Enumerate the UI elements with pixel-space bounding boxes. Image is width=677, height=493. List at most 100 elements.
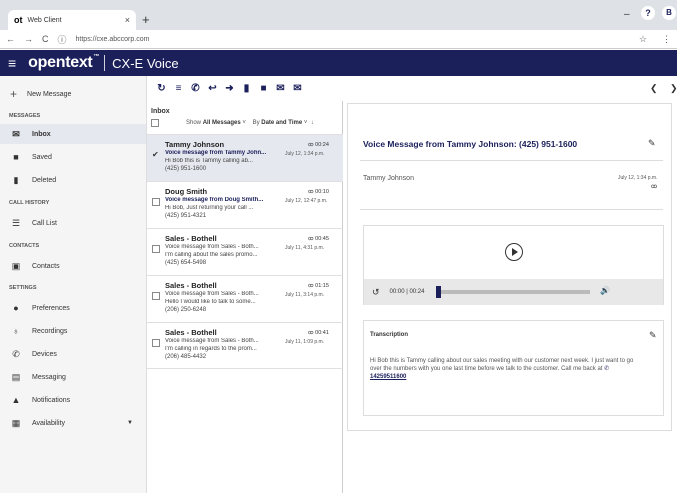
caller-phone: (425) 654-5498 [165, 260, 207, 266]
caller-name: Sales - Bothell [165, 328, 217, 337]
playback-time: 00:00 | 00:24 [389, 289, 425, 295]
reload-icon[interactable]: C [42, 34, 49, 44]
mark-read-icon[interactable]: ≡ [170, 83, 187, 94]
help-icon[interactable]: ? [641, 6, 655, 20]
select-all-checkbox[interactable] [151, 119, 159, 127]
forward-arrow-icon[interactable]: → [24, 34, 33, 44]
save-icon[interactable]: ■ [255, 83, 272, 94]
message-checkbox[interactable] [152, 339, 160, 347]
minimize-icon[interactable]: – [624, 9, 630, 20]
volume-icon[interactable]: 🔊 [600, 286, 610, 295]
plus-icon: + [10, 87, 18, 101]
user-avatar[interactable]: B [662, 6, 676, 20]
message-date: July 12, 1:34 p.m. [285, 151, 325, 157]
edit-pencil-icon[interactable]: ✎ [648, 138, 656, 149]
sidebar-item-label: Preferences [32, 304, 70, 312]
seek-bar[interactable] [436, 286, 590, 298]
list-item[interactable]: Sales - Bothell ꝏ 01:15 Voice message fr… [147, 275, 343, 322]
reply-icon[interactable]: ↩ [204, 83, 221, 94]
message-preview: Hi Bob, Just returning your call ... [165, 205, 254, 211]
message-checkbox[interactable] [152, 292, 160, 300]
sidebar-item-messaging[interactable]: ▤ Messaging [0, 367, 146, 387]
audio-player: ↺ 00:00 | 00:24 🔊 [363, 225, 664, 305]
next-arrow-icon[interactable]: ❯ [670, 83, 677, 94]
list-item[interactable]: Sales - Bothell ꝏ 00:45 Voice message fr… [147, 228, 343, 275]
caller-name: Sales - Bothell [165, 281, 217, 290]
forward-icon[interactable]: ➜ [221, 83, 238, 94]
edit-transcription-icon[interactable]: ✎ [649, 330, 657, 341]
sort-direction-icon[interactable]: ↓ [311, 120, 314, 126]
hamburger-menu-icon[interactable]: ≡ [8, 55, 16, 71]
new-message-button[interactable]: + New Message [10, 87, 71, 101]
bookmark-star-icon[interactable]: ☆ [639, 34, 647, 45]
sidebar-item-devices[interactable]: ✆ Devices [0, 344, 146, 364]
play-button[interactable] [505, 243, 523, 261]
sidebar-item-saved[interactable]: ■ Saved [0, 147, 146, 167]
bell-icon: ▲ [11, 395, 21, 405]
sidebar-item-inbox[interactable]: ✉ Inbox [0, 124, 146, 144]
voicemail-icon: ꝏ [651, 184, 658, 190]
sidebar-item-label: Inbox [32, 130, 51, 138]
seek-handle[interactable] [436, 286, 441, 298]
caller-name: Doug Smith [165, 187, 208, 196]
save-icon: ■ [13, 152, 19, 162]
message-preview: I'm calling in regards to the prom... [165, 346, 257, 352]
info-icon[interactable]: ⓘ [58, 33, 67, 46]
filter-dropdown[interactable]: All Messages [203, 120, 241, 126]
browser-menu-icon[interactable]: ⋮ [662, 34, 671, 45]
call-back-icon[interactable]: ✆ [187, 83, 204, 94]
list-item[interactable]: Sales - Bothell ꝏ 00:41 Voice message fr… [147, 322, 343, 369]
list-icon: ☰ [11, 217, 21, 228]
opentext-logo: opentext™ [28, 54, 100, 71]
checkmark-icon[interactable]: ✔ [152, 150, 159, 159]
message-subject: Voice message from Tammy John... [165, 150, 267, 156]
back-arrow-icon[interactable]: ← [6, 34, 15, 44]
browser-tab[interactable]: ot Web Client × [8, 10, 136, 30]
list-item[interactable]: ✔ Tammy Johnson ꝏ 00:24 Voice message fr… [147, 134, 343, 181]
contacts-icon: ▣ [11, 260, 21, 271]
refresh-icon[interactable]: ↻ [153, 83, 170, 94]
caret-down-icon: ▼ [127, 420, 133, 426]
replay-icon[interactable]: ↺ [372, 287, 380, 298]
section-call-history: CALL HISTORY [9, 200, 50, 206]
sidebar-item-deleted[interactable]: ▮ Deleted [0, 170, 146, 190]
sidebar-item-notifications[interactable]: ▲ Notifications [0, 390, 146, 410]
url-field[interactable]: https://cxe.abccorp.com [76, 36, 150, 43]
voicemail-duration: ꝏ 00:45 [308, 236, 329, 242]
header-divider [104, 55, 106, 71]
message-detail: Voice Message from Tammy Johnson: (425) … [347, 103, 672, 431]
detail-date: July 12, 1:34 p.m. [618, 175, 658, 181]
sidebar-item-availability[interactable]: ▦ Availability ▼ [0, 413, 146, 433]
previous-arrow-icon[interactable]: ❮ [650, 83, 658, 94]
sidebar-item-contacts[interactable]: ▣ Contacts [0, 256, 146, 276]
chat-icon: ▤ [11, 371, 21, 382]
sidebar-item-call-list[interactable]: ☰ Call List [0, 213, 146, 233]
sidebar-item-label: Messaging [32, 373, 66, 381]
tab-close-icon[interactable]: × [125, 15, 130, 25]
voicemail-duration: ꝏ 00:10 [308, 189, 329, 195]
sidebar-item-label: Contacts [32, 262, 60, 270]
sidebar-item-recordings[interactable]: ♁ Recordings [0, 321, 146, 341]
sort-dropdown[interactable]: Date and Time [261, 120, 302, 126]
sidebar: + New Message MESSAGES ✉ Inbox ■ Saved ▮… [0, 76, 147, 493]
delete-icon[interactable]: ▮ [238, 83, 255, 94]
message-date: July 11, 1:09 p.m. [285, 339, 325, 345]
list-item[interactable]: Doug Smith ꝏ 00:10 Voice message from Do… [147, 181, 343, 228]
trash-icon: ▮ [13, 174, 19, 185]
sidebar-item-preferences[interactable]: ● Preferences [0, 298, 146, 318]
message-date: July 11, 3:14 p.m. [285, 292, 325, 298]
transcription-text: Hi Bob this is Tammy calling about our s… [370, 358, 634, 380]
envelope-open-icon[interactable]: ✉ [289, 83, 306, 94]
play-icon [512, 248, 518, 256]
message-date: July 11, 4:31 p.m. [285, 245, 325, 251]
transcription-phone-link[interactable]: 14259511600 [370, 374, 406, 380]
new-tab-button[interactable]: + [142, 12, 150, 27]
sender-name: Tammy Johnson [363, 175, 414, 182]
message-list: Inbox Show All Messages ˅ By Date and Ti… [147, 101, 343, 493]
voicemail-duration: ꝏ 00:24 [308, 142, 329, 148]
message-checkbox[interactable] [152, 245, 160, 253]
message-subject: Voice message from Sales - Both... [165, 291, 259, 297]
message-checkbox[interactable] [152, 198, 160, 206]
mark-unread-icon[interactable]: ✉ [272, 83, 289, 94]
sidebar-item-label: Deleted [32, 176, 57, 184]
